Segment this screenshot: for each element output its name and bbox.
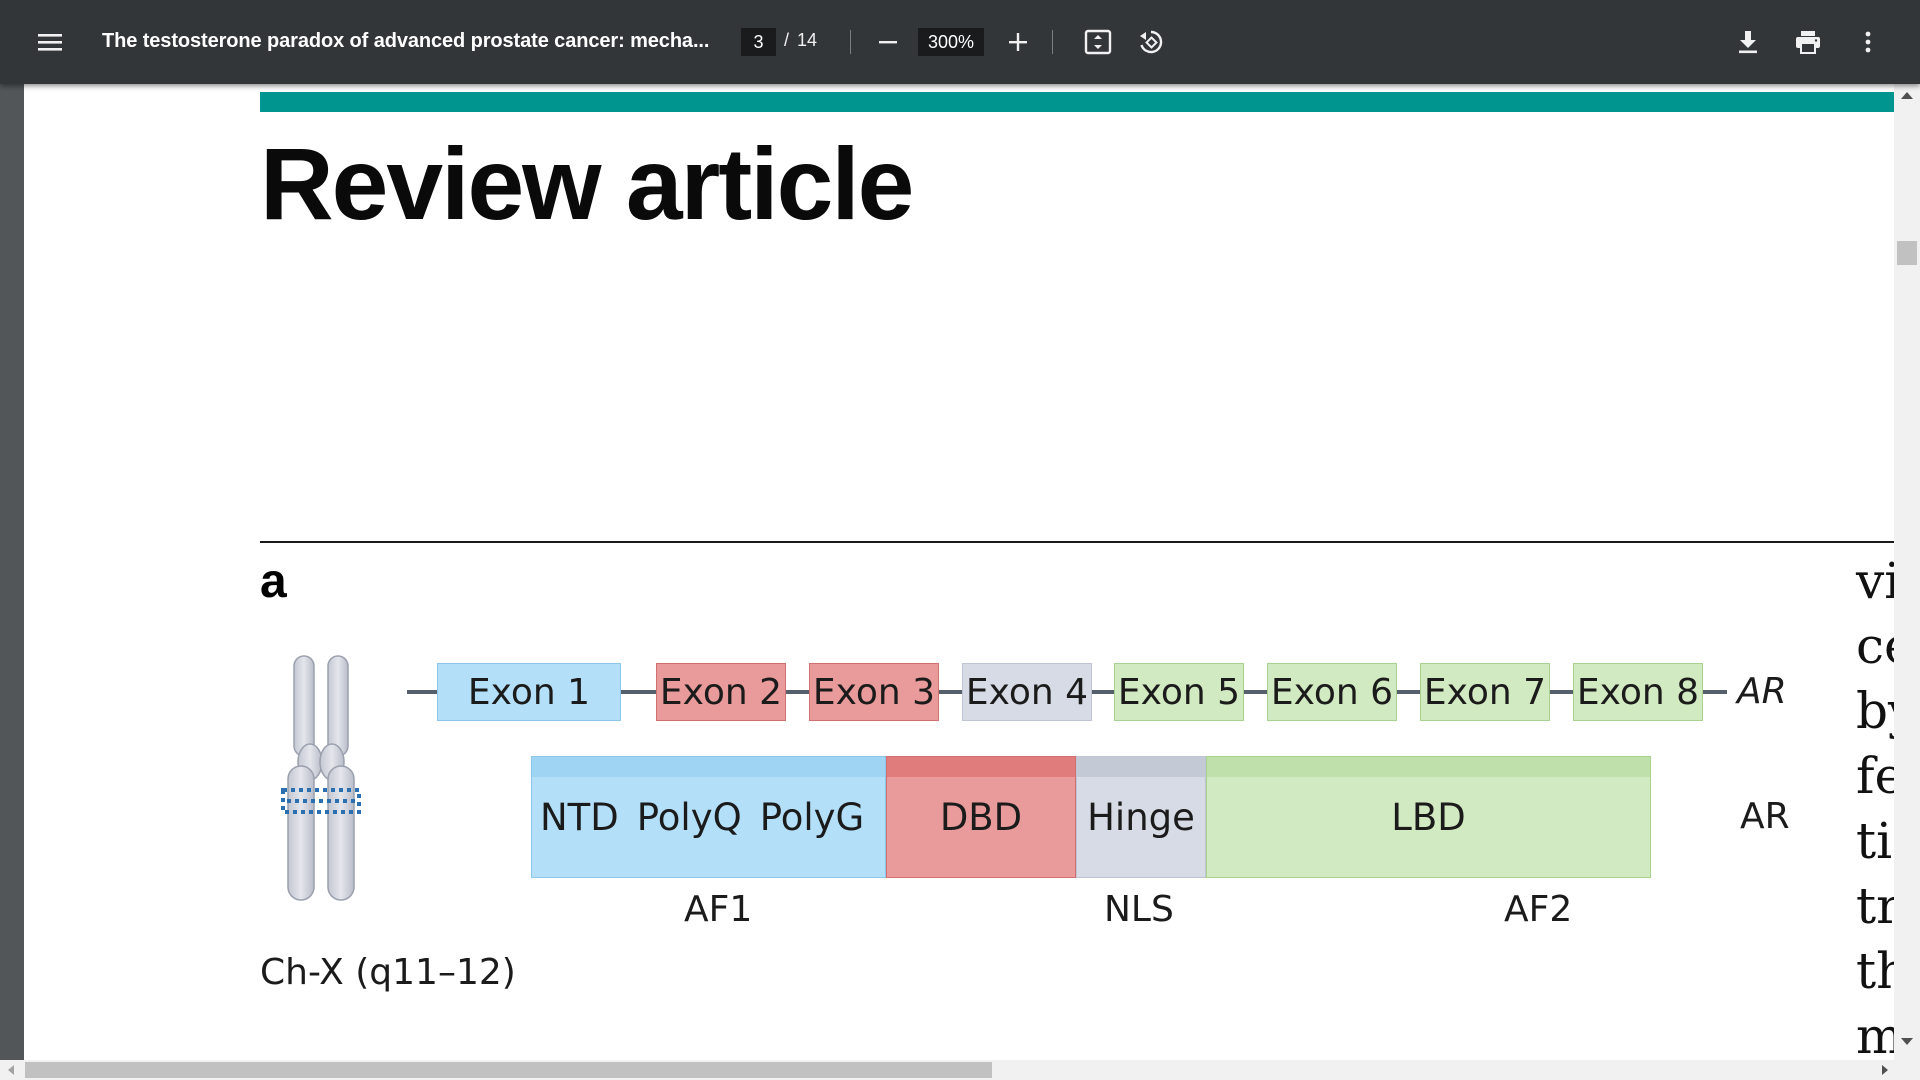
- download-icon: [1739, 31, 1757, 54]
- scroll-up-arrow-icon[interactable]: [1901, 92, 1913, 99]
- domain-lbd: LBD: [1206, 756, 1651, 878]
- text-line: tr: [1856, 877, 1894, 935]
- fit-to-page-icon: [1084, 29, 1112, 55]
- rotate-counterclockwise-icon: [1140, 30, 1163, 54]
- horizontal-scroll-thumb[interactable]: [25, 1062, 992, 1078]
- exon-box: Exon 2: [656, 663, 786, 721]
- download-button[interactable]: [1728, 22, 1768, 62]
- text-line: vi: [1856, 552, 1894, 610]
- document-title: The testosterone paradox of advanced pro…: [102, 30, 710, 52]
- text-line: m: [1856, 1007, 1894, 1060]
- toolbar-divider: [1052, 30, 1053, 54]
- scroll-left-arrow-icon[interactable]: [8, 1065, 14, 1075]
- chromosome-x-illustration: [281, 655, 361, 901]
- exon-box: Exon 4: [962, 663, 1092, 721]
- domain-dbd: DBD: [886, 756, 1076, 878]
- chromosome-label: Ch-X (q11–12): [260, 952, 516, 993]
- zoom-out-button[interactable]: [868, 22, 908, 62]
- rotate-button[interactable]: [1131, 22, 1171, 62]
- hamburger-menu-icon[interactable]: [30, 22, 70, 62]
- toolbar-divider: [850, 30, 851, 54]
- text-line: fe: [1856, 747, 1894, 805]
- domain-ntd: NTD PolyQ PolyG: [531, 756, 886, 878]
- gene-label: AR: [1737, 671, 1787, 712]
- pdf-viewer[interactable]: Review article a Ch-X (q11–12) Exon 1 Ex…: [0, 84, 1920, 1080]
- exon-box: Exon 7: [1420, 663, 1550, 721]
- scroll-right-arrow-icon[interactable]: [1882, 1065, 1888, 1075]
- domain-polyq-label: PolyQ: [636, 795, 742, 839]
- journal-header-bar: [260, 92, 1894, 112]
- print-icon: [1796, 31, 1820, 54]
- nls-label: NLS: [1104, 889, 1174, 930]
- af2-label: AF2: [1504, 889, 1573, 930]
- pdf-page: Review article a Ch-X (q11–12) Exon 1 Ex…: [24, 84, 1894, 1060]
- text-line: ti: [1856, 812, 1893, 870]
- vertical-scrollbar[interactable]: [1894, 84, 1920, 1060]
- af1-label: AF1: [684, 889, 753, 930]
- exon-box: Exon 6: [1267, 663, 1397, 721]
- more-options-button[interactable]: [1848, 22, 1888, 62]
- zoom-in-button[interactable]: [998, 22, 1038, 62]
- page-total: 14: [797, 30, 818, 50]
- fit-to-page-button[interactable]: [1078, 22, 1118, 62]
- more-vertical-icon: [1865, 31, 1871, 53]
- exon-box: Exon 1: [437, 663, 621, 721]
- print-button[interactable]: [1788, 22, 1828, 62]
- exon-box: Exon 5: [1114, 663, 1244, 721]
- page-separator: /: [784, 30, 790, 50]
- text-line: by: [1856, 682, 1894, 740]
- domain-ntd-label: NTD: [540, 795, 619, 839]
- zoom-level-input[interactable]: [918, 28, 984, 56]
- minus-icon: [879, 41, 897, 44]
- figure-panel-label: a: [260, 555, 287, 608]
- domain-hinge: Hinge: [1076, 756, 1206, 878]
- article-type-heading: Review article: [260, 127, 914, 241]
- exon-box: Exon 3: [809, 663, 939, 721]
- text-line: ce: [1856, 617, 1894, 675]
- protein-domain-bar: NTD PolyQ PolyG DBD Hinge LBD: [531, 756, 1651, 878]
- pdf-toolbar: The testosterone paradox of advanced pro…: [0, 0, 1920, 84]
- section-divider: [260, 541, 1894, 543]
- plus-icon: [1009, 33, 1027, 51]
- protein-label: AR: [1740, 796, 1790, 837]
- exon-box: Exon 8: [1573, 663, 1703, 721]
- text-line: th: [1856, 942, 1894, 1000]
- page-number-input[interactable]: [741, 28, 776, 56]
- domain-polyg-label: PolyG: [759, 795, 865, 839]
- vertical-scroll-thumb[interactable]: [1897, 241, 1917, 265]
- scroll-down-arrow-icon[interactable]: [1901, 1038, 1913, 1045]
- body-text-column-clipped: vi ce by fe ti tr th m: [1856, 549, 1894, 1060]
